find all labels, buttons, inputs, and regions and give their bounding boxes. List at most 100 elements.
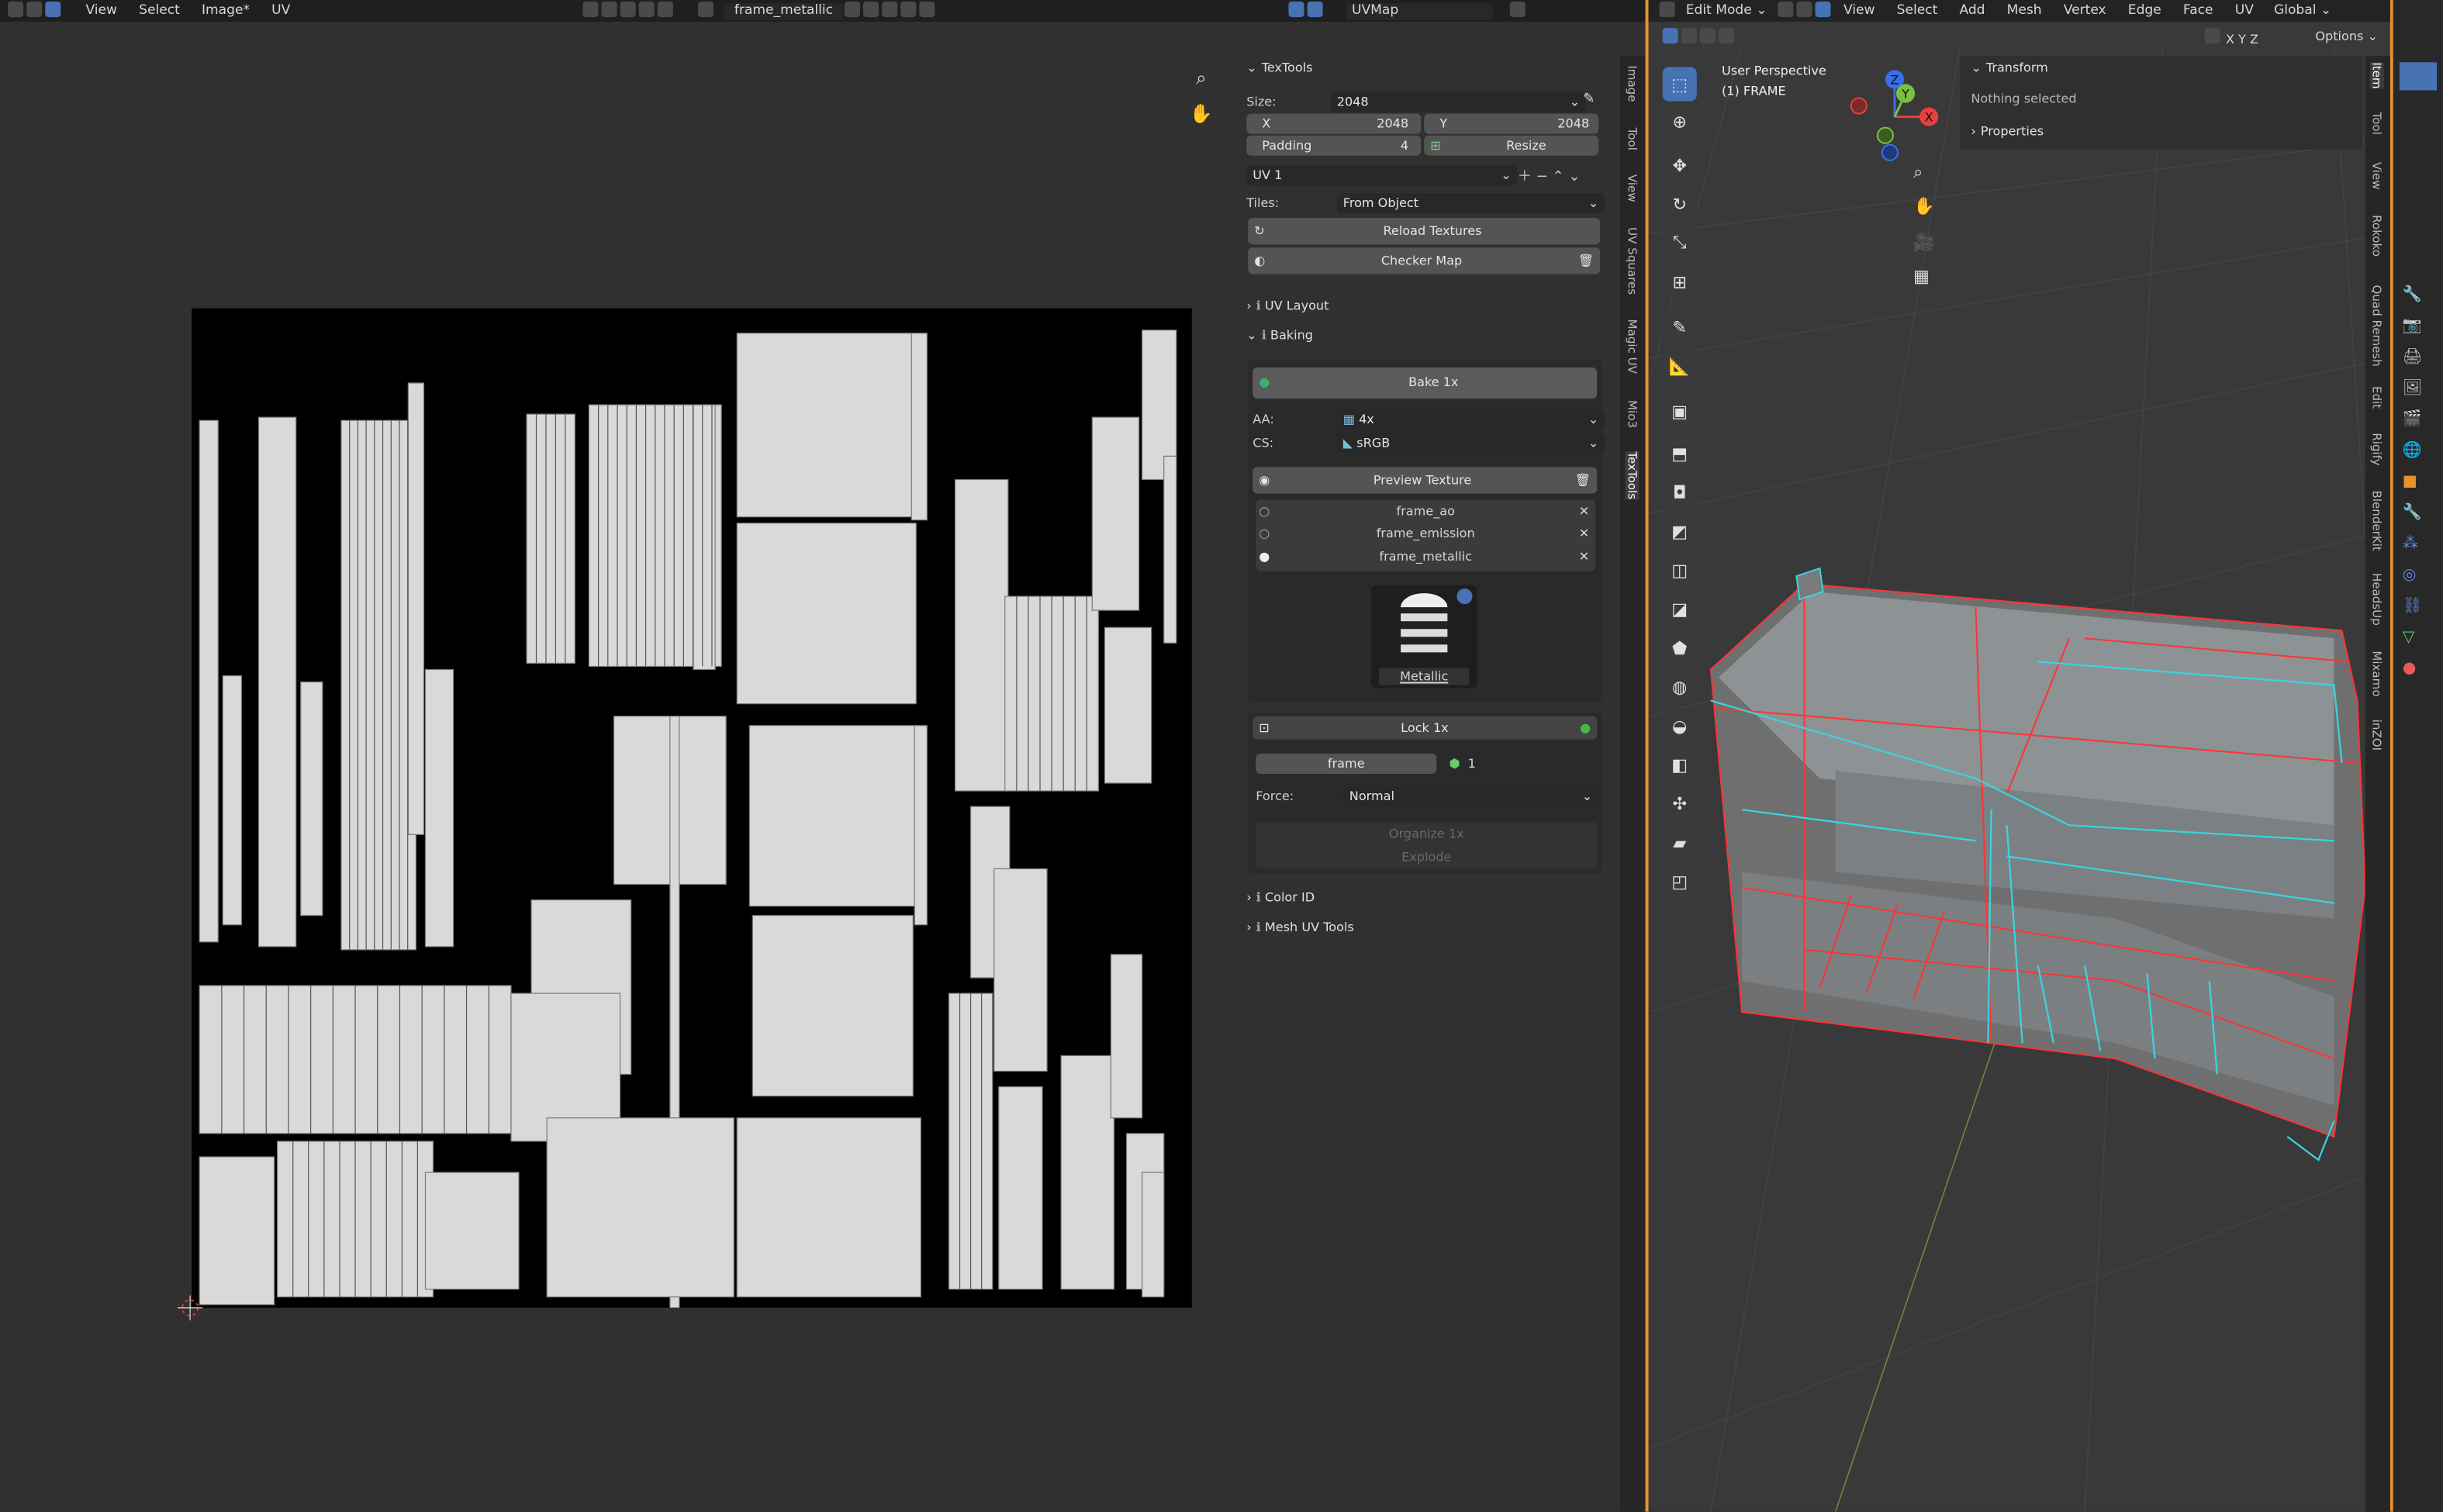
cursor-tool-icon[interactable]: ⊕ bbox=[1662, 104, 1697, 139]
properties-tabs[interactable]: 🔧 📷 🖨 🖼 🎬 🌐 ■ 🔧 ⁂ ◎ ⛓ ▽ ● bbox=[2403, 280, 2437, 747]
image-browse-icon[interactable] bbox=[697, 1, 716, 21]
image-actions-icons[interactable] bbox=[842, 1, 936, 21]
modifier-props-icon[interactable]: 🔧 bbox=[2403, 499, 2437, 530]
poly-build-tool-icon[interactable]: ⬟ bbox=[1662, 630, 1697, 665]
tab-rigify[interactable]: Rigify bbox=[2370, 433, 2384, 465]
mode-dropdown[interactable]: Edit Mode ⌄ bbox=[1686, 3, 1767, 19]
uv-island[interactable] bbox=[340, 419, 417, 951]
uv-island[interactable] bbox=[1091, 416, 1140, 611]
ortho-grid-icon[interactable]: ▦ bbox=[1913, 266, 1938, 291]
textools-header[interactable]: ⌄ TexTools bbox=[1246, 57, 1312, 79]
uv-island[interactable] bbox=[257, 416, 297, 948]
tool-settings-icons[interactable] bbox=[1661, 28, 1736, 47]
snap-icons[interactable] bbox=[1287, 1, 1324, 21]
texture-item-metallic[interactable]: ● frame_metallic ✕ bbox=[1259, 550, 1592, 568]
tab-quad-remesh[interactable]: Quad Remesh bbox=[2370, 285, 2384, 366]
tab-edit[interactable]: Edit bbox=[2370, 386, 2384, 409]
tab-tool[interactable]: Tool bbox=[1625, 128, 1639, 150]
orientation-dropdown[interactable]: Global ⌄ bbox=[2274, 3, 2331, 19]
measure-tool-icon[interactable]: 📐 bbox=[1662, 348, 1697, 383]
uv-island[interactable] bbox=[748, 725, 917, 907]
menu-view[interactable]: View bbox=[74, 3, 128, 19]
tab-inzoi[interactable]: inZOI bbox=[2370, 720, 2384, 751]
uv-island[interactable] bbox=[1163, 455, 1177, 644]
tab-uv-squares[interactable]: UV Squares bbox=[1625, 227, 1639, 295]
bake-button[interactable]: ● Bake 1x bbox=[1253, 367, 1598, 399]
tool-props-icon[interactable]: 🔧 bbox=[2403, 280, 2437, 311]
vp-menu-view[interactable]: View bbox=[1833, 3, 1886, 19]
reload-textures-button[interactable]: ↻ Reload Textures bbox=[1248, 218, 1601, 245]
editor-type-icon[interactable] bbox=[1658, 1, 1677, 21]
uv-texture-image[interactable] bbox=[192, 308, 1192, 1308]
properties-header[interactable]: › Properties bbox=[1971, 122, 2044, 143]
menu-uv[interactable]: UV bbox=[261, 3, 301, 19]
metallic-thumbnail[interactable]: Metallic bbox=[1370, 585, 1477, 689]
uv-channel-add-remove[interactable]: ＋ − ⌃ ⌄ bbox=[1518, 165, 1598, 185]
tab-view[interactable]: View bbox=[1625, 174, 1639, 202]
close-icon[interactable]: ✕ bbox=[1579, 550, 1589, 564]
edge-slide-tool-icon[interactable]: ◧ bbox=[1662, 747, 1697, 782]
aa-dropdown[interactable]: ▦ 4x ⌄ bbox=[1336, 409, 1605, 430]
uv-island[interactable] bbox=[1110, 954, 1143, 1119]
particles-icon[interactable]: ⁂ bbox=[2403, 530, 2437, 561]
vp-menu-select[interactable]: Select bbox=[1886, 3, 1949, 19]
uvmap-field[interactable]: UVMap bbox=[1345, 2, 1492, 20]
uv-island[interactable] bbox=[914, 725, 928, 926]
uv-island[interactable] bbox=[736, 523, 917, 705]
uv-island[interactable] bbox=[911, 333, 928, 521]
texture-item-emission[interactable]: ○ frame_emission ✕ bbox=[1259, 526, 1592, 545]
select-box-tool-icon[interactable]: ⬚ bbox=[1662, 67, 1697, 102]
tab-item[interactable]: Item bbox=[2369, 62, 2384, 89]
vp-menu-edge[interactable]: Edge bbox=[2117, 3, 2172, 19]
mesh-uv-tools-header[interactable]: › ℹ Mesh UV Tools bbox=[1246, 917, 1354, 939]
uv-island[interactable] bbox=[1141, 1172, 1165, 1298]
uv-island[interactable] bbox=[1060, 1055, 1115, 1290]
navigation-gizmo[interactable]: Z X Y bbox=[1843, 65, 1947, 168]
tiles-dropdown[interactable]: From Object ⌄ bbox=[1336, 192, 1605, 214]
zoom-icon[interactable]: ⌕ bbox=[1189, 67, 1214, 91]
uv-island[interactable] bbox=[300, 681, 323, 917]
tab-n-tool[interactable]: Tool bbox=[2370, 112, 2384, 135]
uv-cursor-icon[interactable] bbox=[178, 1295, 203, 1320]
resize-button[interactable]: ⊞ Resize bbox=[1424, 135, 1599, 156]
viewport-scene[interactable] bbox=[1648, 47, 2390, 1512]
menu-select[interactable]: Select bbox=[128, 3, 191, 19]
explode-button[interactable]: Explode bbox=[1256, 845, 1597, 868]
tab-mio3[interactable]: Mio3 bbox=[1625, 400, 1639, 428]
tab-textools[interactable]: TexTools bbox=[1625, 451, 1640, 499]
options-dropdown[interactable]: Options ⌄ bbox=[2315, 29, 2378, 43]
select-mode-buttons[interactable] bbox=[1777, 1, 1833, 21]
object-props-icon[interactable]: ■ bbox=[2403, 467, 2437, 498]
uv-island[interactable] bbox=[954, 478, 1009, 792]
object-frame-field[interactable]: frame bbox=[1256, 753, 1437, 774]
vp-zoom-icon[interactable]: ⌕ bbox=[1913, 162, 1938, 187]
uv-channel-dropdown[interactable]: UV 1 ⌄ bbox=[1246, 164, 1518, 185]
add-cube-tool-icon[interactable]: ▣ bbox=[1662, 394, 1697, 429]
knife-tool-icon[interactable]: ◪ bbox=[1662, 592, 1697, 627]
view-layer-icon[interactable]: 🖼 bbox=[2403, 374, 2437, 405]
shrink-tool-icon[interactable]: ✣ bbox=[1662, 786, 1697, 821]
baking-header[interactable]: ⌄ ℹ Baking bbox=[1246, 326, 1313, 347]
physics-icon[interactable]: ◎ bbox=[2403, 561, 2437, 592]
mirror-axes[interactable]: X Y Z bbox=[2203, 28, 2258, 47]
close-icon[interactable]: ✕ bbox=[1579, 526, 1589, 540]
annotate-tool-icon[interactable]: ✎ bbox=[1662, 309, 1697, 344]
constraints-icon[interactable]: ⛓ bbox=[2403, 592, 2437, 623]
move-tool-icon[interactable]: ✥ bbox=[1662, 147, 1697, 182]
loop-cut-tool-icon[interactable]: ◫ bbox=[1662, 552, 1697, 588]
pan-hand-icon[interactable]: ✋ bbox=[1189, 103, 1214, 128]
tab-magic-uv[interactable]: Magic UV bbox=[1625, 319, 1639, 374]
tab-mixamo[interactable]: Mixamo bbox=[2370, 651, 2384, 696]
vp-menu-uv[interactable]: UV bbox=[2224, 3, 2265, 19]
size-dropdown[interactable]: 2048 ⌄ bbox=[1330, 91, 1587, 112]
preview-texture-button[interactable]: ◉ Preview Texture 🗑 bbox=[1253, 467, 1598, 494]
tab-n-view[interactable]: View bbox=[2370, 162, 2384, 190]
uv-island[interactable] bbox=[424, 1172, 520, 1290]
camera-icon[interactable]: 🎥 bbox=[1913, 232, 1938, 257]
uv-island[interactable] bbox=[1104, 627, 1152, 784]
uv-island[interactable] bbox=[199, 419, 219, 943]
uv-island[interactable] bbox=[424, 668, 454, 948]
uv-island[interactable] bbox=[993, 868, 1048, 1072]
data-props-icon[interactable]: ▽ bbox=[2403, 623, 2437, 654]
uv-island[interactable] bbox=[998, 1086, 1043, 1290]
